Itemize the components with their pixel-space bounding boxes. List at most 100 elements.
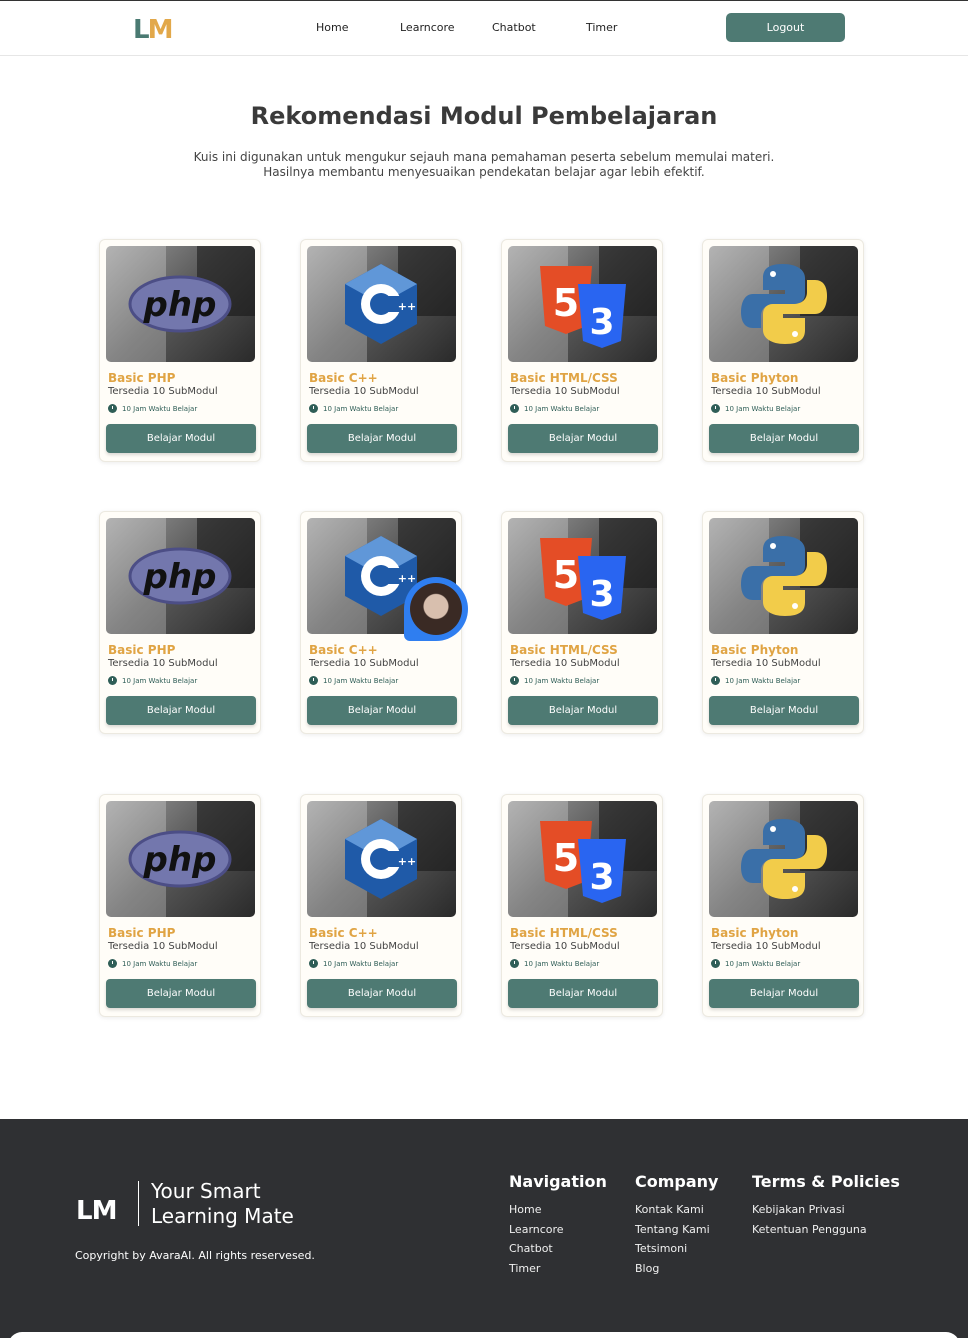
module-title: Basic PHP [108, 371, 176, 385]
lm-logo[interactable]: L M [133, 17, 173, 43]
belajar-modul-button[interactable]: Belajar Modul [106, 696, 256, 725]
chat-avatar-bubble[interactable] [404, 577, 468, 641]
nav-timer[interactable]: Timer [586, 21, 617, 34]
clock-icon [510, 676, 519, 685]
avatar-photo [410, 583, 462, 635]
clock-icon [108, 404, 117, 413]
page-title: Rekomendasi Modul Pembelajaran [250, 102, 718, 130]
module-duration-text: 10 Jam Waktu Belajar [725, 404, 801, 413]
footer-link-learncore[interactable]: Learncore [509, 1223, 564, 1236]
module-duration-text: 10 Jam Waktu Belajar [725, 676, 801, 685]
subtitle-line-2: Hasilnya membantu menyesuaikan pendekata… [263, 165, 705, 179]
clock-icon [711, 676, 720, 685]
module-thumbnail: php [106, 246, 255, 362]
module-submodule-count: Tersedia 10 SubModul [510, 941, 620, 952]
belajar-modul-button[interactable]: Belajar Modul [508, 979, 658, 1008]
nav-chatbot[interactable]: Chatbot [492, 21, 536, 34]
footer-link-tentang[interactable]: Tentang Kami [635, 1223, 710, 1236]
module-title: Basic PHP [108, 643, 176, 657]
module-card[interactable]: php Basic PHP Tersedia 10 SubModul 10 Jam W… [99, 239, 261, 462]
footer-link-blog[interactable]: Blog [635, 1262, 659, 1275]
module-thumbnail [709, 246, 858, 362]
nav-learncore[interactable]: Learncore [400, 21, 455, 34]
footer-link-timer[interactable]: Timer [509, 1262, 540, 1275]
module-card[interactable]: php Basic PHP Tersedia 10 SubModul 10 Jam W… [99, 511, 261, 734]
footer-link-chatbot[interactable]: Chatbot [509, 1242, 553, 1255]
belajar-modul-button[interactable]: Belajar Modul [709, 424, 859, 453]
module-title: Basic PHP [108, 926, 176, 940]
footer-link-terms[interactable]: Ketentuan Pengguna [752, 1223, 867, 1236]
module-thumbnail: 53 [508, 246, 657, 362]
belajar-modul-button[interactable]: Belajar Modul [508, 424, 658, 453]
module-title: Basic Phyton [711, 371, 799, 385]
module-submodule-count: Tersedia 10 SubModul [108, 941, 218, 952]
footer-company-title: Company [635, 1172, 719, 1191]
module-duration: 10 Jam Waktu Belajar [711, 676, 800, 685]
module-card[interactable]: ++ Basic C++ Tersedia 10 SubModul 10 Jam Wa… [300, 239, 462, 462]
module-card[interactable]: 5 3 Basic HTML/CSS Tersedia 10 SubModul 10 J… [501, 511, 663, 734]
module-duration: 10 Jam Waktu Belajar [108, 676, 197, 685]
module-duration-text: 10 Jam Waktu Belajar [323, 676, 399, 685]
page-subtitle: Kuis ini digunakan untuk mengukur sejauh… [0, 150, 968, 180]
svg-text:3: 3 [589, 857, 614, 898]
module-card[interactable]: ++ Basic C++ Tersedia 10 SubModul 10 Jam Wa… [300, 794, 462, 1017]
footer-link-kontak[interactable]: Kontak Kami [635, 1203, 704, 1216]
belajar-modul-button[interactable]: Belajar Modul [709, 979, 859, 1008]
module-thumbnail: php [106, 518, 255, 634]
module-duration: 10 Jam Waktu Belajar [711, 404, 800, 413]
module-thumbnail: ++ [307, 801, 456, 917]
svg-text:++: ++ [398, 300, 416, 313]
module-thumbnail: php [106, 801, 255, 917]
module-thumbnail: 53 [508, 801, 657, 917]
belajar-modul-button[interactable]: Belajar Modul [106, 979, 256, 1008]
belajar-modul-button[interactable]: Belajar Modul [508, 696, 658, 725]
belajar-modul-button[interactable]: Belajar Modul [106, 424, 256, 453]
nav-home[interactable]: Home [316, 21, 348, 34]
clock-icon [108, 959, 117, 968]
module-submodule-count: Tersedia 10 SubModul [711, 658, 821, 669]
module-submodule-count: Tersedia 10 SubModul [711, 941, 821, 952]
module-duration-text: 10 Jam Waktu Belajar [524, 676, 600, 685]
module-thumbnail [709, 518, 858, 634]
belajar-modul-button[interactable]: Belajar Modul [307, 979, 457, 1008]
footer-link-home[interactable]: Home [509, 1203, 541, 1216]
belajar-modul-button[interactable]: Belajar Modul [307, 424, 457, 453]
module-card[interactable]: 5 3 Basic HTML/CSS Tersedia 10 SubModul 10 J… [501, 239, 663, 462]
module-title: Basic C++ [309, 371, 378, 385]
module-title: Basic Phyton [711, 643, 799, 657]
logo-letter-l: L [133, 15, 150, 45]
module-duration-text: 10 Jam Waktu Belajar [524, 404, 600, 413]
module-title: Basic C++ [309, 643, 378, 657]
clock-icon [309, 404, 318, 413]
belajar-modul-button[interactable]: Belajar Modul [307, 696, 457, 725]
footer-link-testimoni[interactable]: Tetsimoni [635, 1242, 687, 1255]
belajar-modul-button[interactable]: Belajar Modul [709, 696, 859, 725]
module-card[interactable]: Basic Phyton Tersedia 10 SubModul 10 Jam W… [702, 239, 864, 462]
module-duration: 10 Jam Waktu Belajar [711, 959, 800, 968]
svg-text:++: ++ [398, 855, 416, 868]
clock-icon [510, 959, 519, 968]
footer-link-privacy[interactable]: Kebijakan Privasi [752, 1203, 845, 1216]
module-card[interactable]: Basic Phyton Tersedia 10 SubModul 10 Jam W… [702, 794, 864, 1017]
svg-text:php: php [143, 557, 217, 597]
module-duration: 10 Jam Waktu Belajar [510, 959, 599, 968]
tagline-line-1: Your Smart [151, 1179, 261, 1203]
module-thumbnail: 53 [508, 518, 657, 634]
module-title: Basic HTML/CSS [510, 371, 618, 385]
module-title: Basic C++ [309, 926, 378, 940]
module-submodule-count: Tersedia 10 SubModul [309, 386, 419, 397]
footer-logo-divider [138, 1181, 139, 1226]
module-duration-text: 10 Jam Waktu Belajar [122, 959, 198, 968]
module-duration: 10 Jam Waktu Belajar [309, 676, 398, 685]
footer-terms-title: Terms & Policies [752, 1172, 900, 1191]
module-card[interactable]: 5 3 Basic HTML/CSS Tersedia 10 SubModul 10 J… [501, 794, 663, 1017]
module-submodule-count: Tersedia 10 SubModul [108, 658, 218, 669]
module-card[interactable]: php Basic PHP Tersedia 10 SubModul 10 Jam W… [99, 794, 261, 1017]
module-title: Basic Phyton [711, 926, 799, 940]
logout-button[interactable]: Logout [726, 13, 845, 42]
module-duration: 10 Jam Waktu Belajar [108, 404, 197, 413]
module-card[interactable]: Basic Phyton Tersedia 10 SubModul 10 Jam W… [702, 511, 864, 734]
svg-text:5: 5 [553, 836, 579, 880]
module-duration: 10 Jam Waktu Belajar [309, 959, 398, 968]
module-title: Basic HTML/CSS [510, 926, 618, 940]
